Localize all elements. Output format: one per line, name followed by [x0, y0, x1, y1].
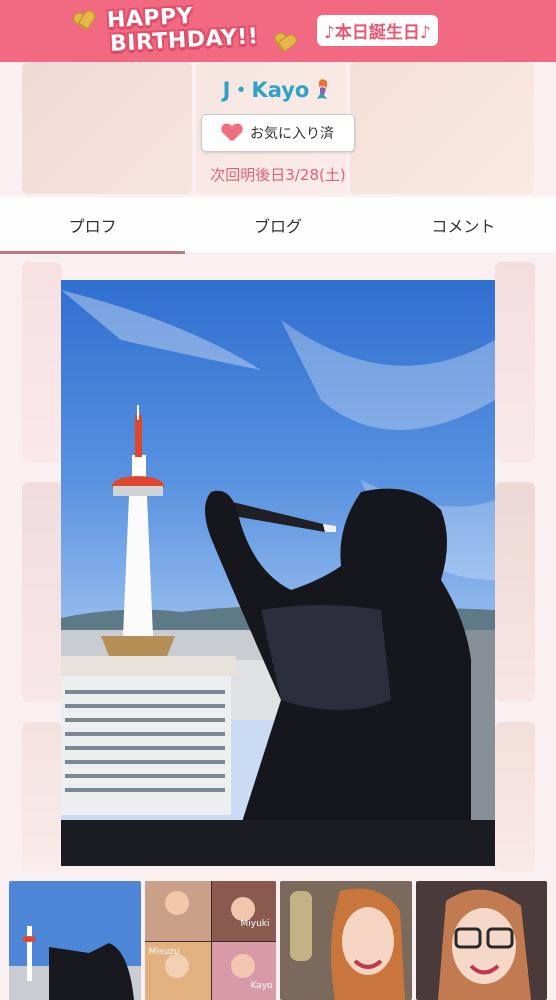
main-gallery-photo[interactable] — [61, 280, 495, 866]
happy-birthday-logo: HAPPY BIRTHDAY!! — [74, 4, 302, 60]
thumb-selfie-champagne[interactable] — [280, 881, 412, 1000]
favorite-button[interactable]: お気に入り済 — [201, 114, 355, 152]
birthday-today-badge: ♪本日誕生日♪ — [317, 15, 438, 46]
thumb-selfie-glasses[interactable] — [415, 881, 547, 1000]
thumbnail-strip: Miyuki Misuzu Kayo — [9, 881, 547, 1000]
gold-heart-icon — [272, 30, 297, 55]
tab-blog[interactable]: ブログ — [185, 197, 370, 253]
tab-label: ブログ — [253, 217, 302, 236]
thumb-collage[interactable]: Miyuki Misuzu Kayo — [144, 881, 276, 1000]
thumb-name-label: Miyuki — [240, 919, 270, 929]
tab-bar: プロフ ブログ コメント — [0, 197, 556, 254]
birthday-banner: HAPPY BIRTHDAY!! ♪本日誕生日♪ — [0, 0, 556, 62]
thumb-name-label: Misuzu — [148, 947, 180, 957]
gold-heart-icon — [72, 8, 98, 34]
birthday-text-line2: BIRTHDAY!! — [109, 24, 260, 57]
kyoto-tower-silhouette-photo — [61, 290, 495, 866]
heart-icon — [222, 124, 242, 142]
thumb-name-label: Kayo — [250, 981, 273, 991]
mermaid-icon — [317, 79, 328, 99]
tab-label: コメント — [431, 217, 496, 236]
thumbnail-image — [9, 881, 141, 1000]
tab-comment[interactable]: コメント — [371, 197, 556, 253]
profile-name: J・Kayo — [222, 78, 310, 102]
next-work-schedule: 次回明後日3/28(土) — [210, 166, 346, 184]
thumb-kyoto-tower[interactable] — [9, 881, 141, 1000]
favorite-button-label: お気に入り済 — [250, 126, 334, 142]
tab-label: プロフ — [68, 217, 117, 236]
profile-name-row: J・Kayo — [0, 74, 556, 104]
thumbnail-image — [280, 881, 412, 1000]
thumbnail-image — [415, 881, 547, 1000]
tab-profile[interactable]: プロフ — [0, 197, 186, 254]
